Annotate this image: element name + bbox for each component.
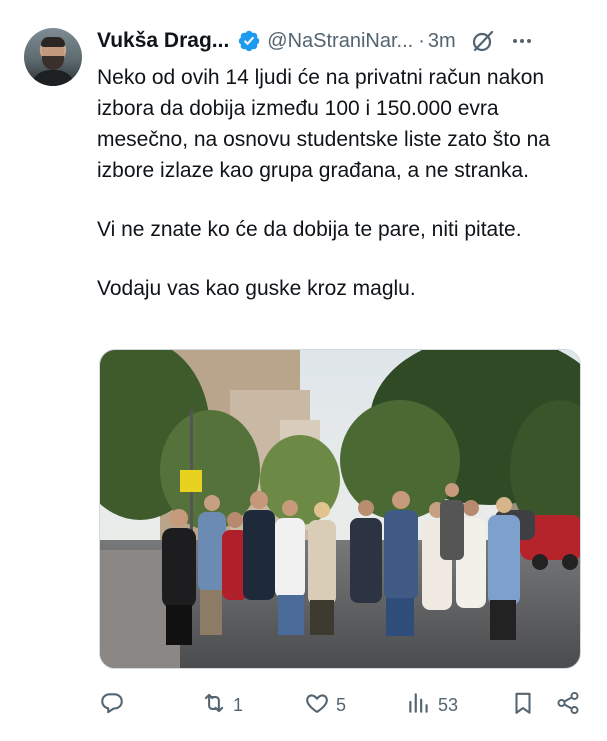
tweet[interactable]: Vukša Drag... @NaStraniNar... · 3m Neko … (0, 0, 607, 741)
repost-icon (201, 690, 227, 721)
reply-button[interactable] (99, 688, 131, 722)
like-count: 5 (336, 694, 347, 715)
avatar[interactable] (24, 28, 82, 86)
tweet-header: Vukša Drag... @NaStraniNar... · 3m (97, 26, 587, 56)
separator-dot: · (418, 29, 425, 52)
tweet-photo[interactable] (99, 349, 581, 669)
more-icon[interactable] (510, 29, 534, 53)
tweet-text: Neko od ovih 14 ljudi će na privatni rač… (97, 62, 587, 304)
bookmark-icon (510, 690, 536, 721)
tweet-paragraph: Vodaju vas kao guske kroz maglu. (97, 277, 416, 300)
verified-badge-icon[interactable] (237, 29, 261, 53)
reply-icon (99, 690, 125, 721)
grok-icon[interactable] (470, 28, 496, 54)
author-name[interactable]: Vukša Drag... (97, 29, 229, 53)
bookmark-button[interactable] (510, 688, 536, 722)
like-button[interactable]: 5 (304, 688, 346, 722)
share-button[interactable] (555, 688, 581, 722)
views-button[interactable]: 53 (406, 688, 458, 722)
repost-button[interactable]: 1 (201, 688, 243, 722)
share-icon (555, 690, 581, 721)
views-icon (406, 690, 432, 721)
tweet-timestamp[interactable]: 3m (428, 30, 456, 53)
repost-count: 1 (233, 694, 244, 715)
tweet-actions: 1 5 53 (97, 688, 587, 722)
views-count: 53 (438, 694, 459, 715)
like-icon (304, 690, 330, 721)
tweet-paragraph: Vi ne znate ko će da dobija te pare, nit… (97, 218, 522, 241)
author-handle[interactable]: @NaStraniNar... (267, 30, 413, 53)
tweet-paragraph: Neko od ovih 14 ljudi će na privatni rač… (97, 66, 550, 182)
